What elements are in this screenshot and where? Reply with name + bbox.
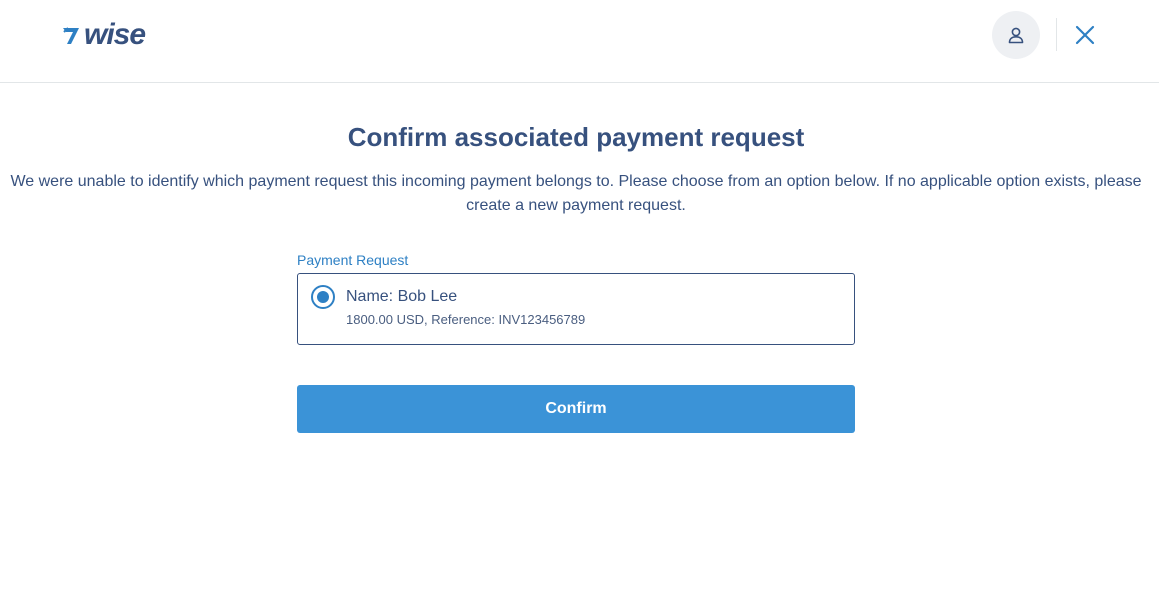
page-title: Confirm associated payment request <box>347 122 805 152</box>
close-icon <box>1075 25 1095 45</box>
payment-request-option[interactable]: Name: Bob Lee 1800.00 USD, Reference: IN… <box>297 273 855 345</box>
top-bar: wise <box>0 0 1159 83</box>
option-radio[interactable] <box>311 285 335 309</box>
wise-flag-icon <box>63 27 79 44</box>
header-divider <box>1056 18 1057 51</box>
option-detail: 1800.00 USD, Reference: INV123456789 <box>346 312 586 327</box>
logo-text: wise <box>84 18 146 51</box>
account-button[interactable] <box>992 11 1040 59</box>
close-button[interactable] <box>1070 20 1100 50</box>
page-description: We were unable to identify which payment… <box>10 173 1142 214</box>
wise-logo[interactable]: wise <box>62 18 146 51</box>
payment-request-label: Payment Request <box>297 252 409 268</box>
option-name: Name: Bob Lee <box>346 288 458 305</box>
radio-selected-dot <box>317 291 329 303</box>
confirm-button[interactable]: Confirm <box>297 385 855 433</box>
user-icon <box>1008 27 1024 44</box>
